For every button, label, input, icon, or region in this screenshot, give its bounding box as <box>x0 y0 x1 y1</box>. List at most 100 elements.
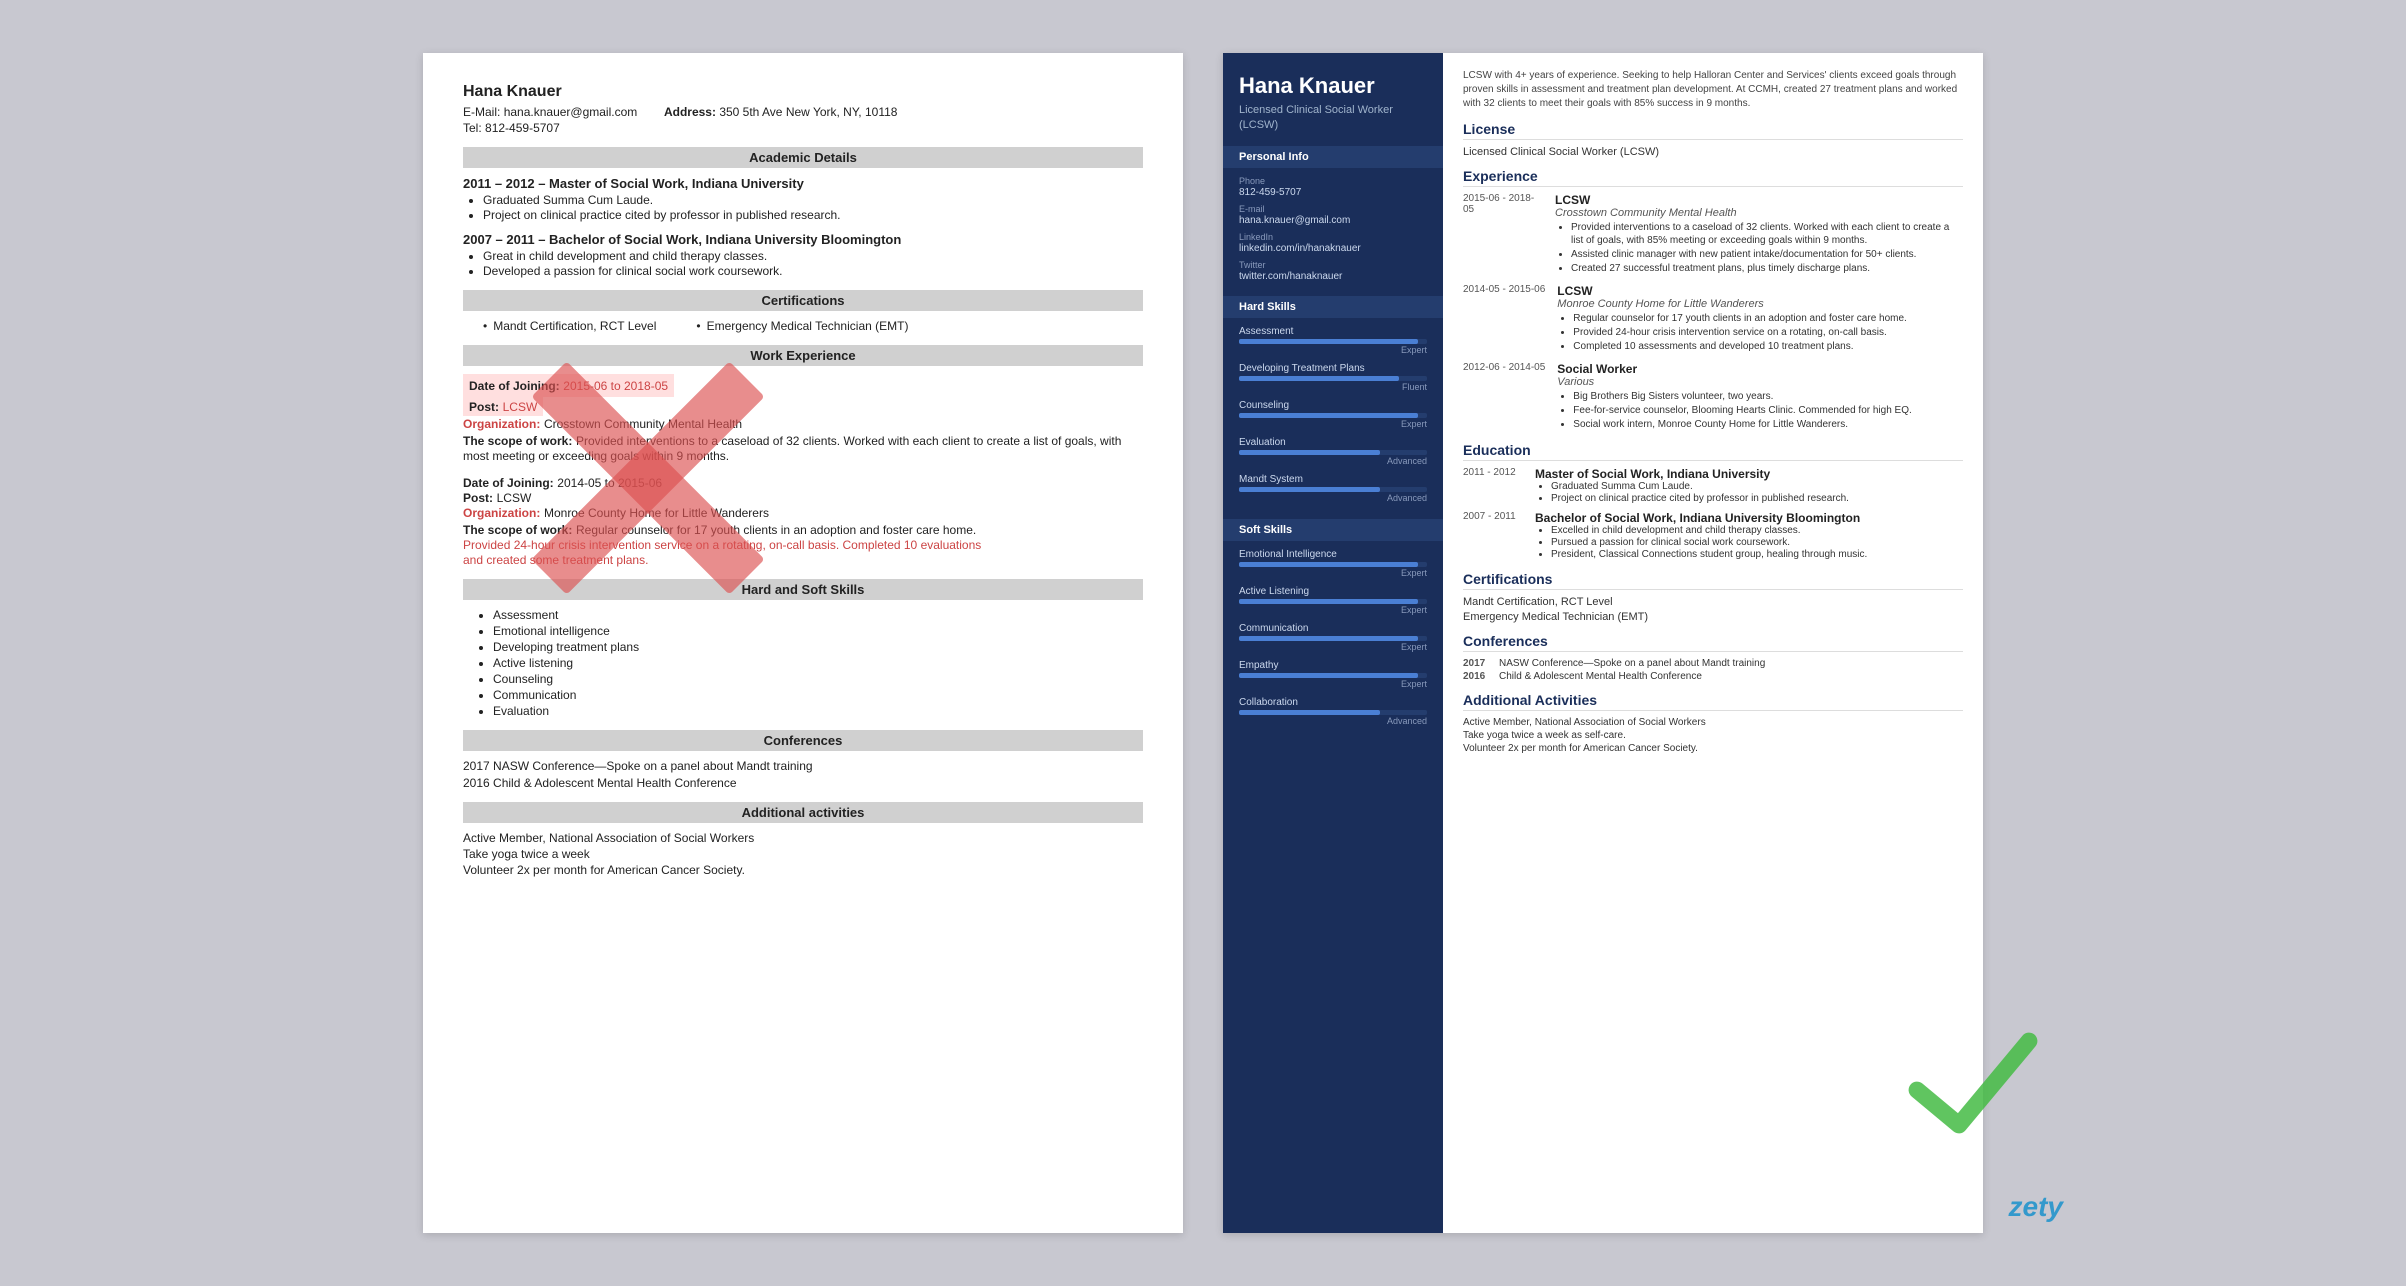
exp-0-role: LCSW <box>1555 193 1963 207</box>
skills-list: Assessment Emotional intelligence Develo… <box>493 608 1143 718</box>
edu-right-1-bullet-0: Excelled in child development and child … <box>1551 525 1867 536</box>
edu-entry-2: 2007 – 2011 – Bachelor of Social Work, I… <box>463 232 1143 278</box>
hard-skill-0: Assessment Expert <box>1239 326 1427 355</box>
work2-scope1: Regular counselor for 17 youth clients i… <box>576 523 976 537</box>
cert-section-header: Certifications <box>463 290 1143 311</box>
exp-1-role: LCSW <box>1557 284 1907 298</box>
exp-1-bullet-2: Completed 10 assessments and developed 1… <box>1573 340 1907 353</box>
edu-right-0-dates: 2011 - 2012 <box>1463 467 1523 478</box>
soft-skill-4-name: Collaboration <box>1239 697 1427 708</box>
skill-5: Counseling <box>493 672 1143 686</box>
phone-value: 812-459-5707 <box>1239 187 1301 198</box>
conf-1: 2017 NASW Conference—Spoke on a panel ab… <box>463 759 1143 773</box>
main-summary: LCSW with 4+ years of experience. Seekin… <box>1463 69 1963 111</box>
soft-skill-4-level: Advanced <box>1239 716 1427 726</box>
soft-skill-4-bar-bg <box>1239 710 1427 715</box>
skill-2: Emotional intelligence <box>493 624 1143 638</box>
email-value-r: hana.knauer@gmail.com <box>1239 215 1350 226</box>
work1-org: Crosstown Community Mental Health <box>544 417 742 431</box>
exp-0-bullet-2: Created 27 successful treatment plans, p… <box>1571 262 1963 275</box>
hard-skill-1-level: Fluent <box>1239 382 1427 392</box>
edu-title-1: 2011 – 2012 – Master of Social Work, Ind… <box>463 176 1143 191</box>
hard-skill-3: Evaluation Advanced <box>1239 437 1427 466</box>
edu-right-1-degree: Bachelor of Social Work, Indiana Univers… <box>1535 511 1867 525</box>
activity-1: Active Member, National Association of S… <box>463 831 1143 845</box>
cert-2: •Emergency Medical Technician (EMT) <box>696 319 908 333</box>
license-text: Licensed Clinical Social Worker (LCSW) <box>1463 146 1963 158</box>
edu-right-0-bullet-1: Project on clinical practice cited by pr… <box>1551 493 1849 504</box>
soft-skill-1-bar-bg <box>1239 599 1427 604</box>
exp-1-bullet-1: Provided 24-hour crisis intervention ser… <box>1573 326 1907 339</box>
hard-skill-3-name: Evaluation <box>1239 437 1427 448</box>
work1-post: LCSW <box>503 400 538 414</box>
conf-right-0-year: 2017 <box>1463 658 1491 669</box>
conf-section-title-r: Conferences <box>1463 633 1963 652</box>
hard-skill-2: Counseling Expert <box>1239 400 1427 429</box>
work2-post: LCSW <box>497 491 532 505</box>
cert-row: •Mandt Certification, RCT Level •Emergen… <box>483 319 1143 333</box>
soft-skill-2-level: Expert <box>1239 642 1427 652</box>
linkedin-item: LinkedIn linkedin.com/in/hanaknauer <box>1239 232 1427 254</box>
tel-value: 812-459-5707 <box>485 121 560 135</box>
education-section-title: Education <box>1463 442 1963 461</box>
hard-skill-2-name: Counseling <box>1239 400 1427 411</box>
hard-skill-4-name: Mandt System <box>1239 474 1427 485</box>
soft-skill-3-name: Empathy <box>1239 660 1427 671</box>
exp-0-org: Crosstown Community Mental Health <box>1555 207 1963 219</box>
exp-0-bullet-1: Assisted clinic manager with new patient… <box>1571 248 1963 261</box>
edu-right-1-dates: 2007 - 2011 <box>1463 511 1523 522</box>
hard-skill-3-bar-bg <box>1239 450 1427 455</box>
edu-bullet-2-2: Developed a passion for clinical social … <box>483 264 1143 278</box>
hard-skill-1-name: Developing Treatment Plans <box>1239 363 1427 374</box>
soft-skill-1-name: Active Listening <box>1239 586 1427 597</box>
soft-skill-0-level: Expert <box>1239 568 1427 578</box>
personal-info-section: Personal Info Phone 812-459-5707 E-mail … <box>1223 146 1443 296</box>
edu-bullet-1-2: Project on clinical practice cited by pr… <box>483 208 1143 222</box>
exp-2-bullet-2: Social work intern, Monroe County Home f… <box>1573 418 1911 431</box>
work2-scope2: Provided 24-hour crisis intervention ser… <box>463 538 981 552</box>
address-value: 350 5th Ave New York, NY, 10118 <box>719 105 897 119</box>
soft-skill-0: Emotional Intelligence Expert <box>1239 549 1427 578</box>
conf-right-1-year: 2016 <box>1463 671 1491 682</box>
soft-skills-content: Emotional Intelligence Expert Active Lis… <box>1223 541 1443 742</box>
soft-skill-4: Collaboration Advanced <box>1239 697 1427 726</box>
experience-section-title: Experience <box>1463 168 1963 187</box>
exp-entry-2: 2012-06 - 2014-05 Social Worker Various … <box>1463 362 1963 432</box>
personal-info-content: Phone 812-459-5707 E-mail hana.knauer@gm… <box>1223 168 1443 296</box>
hard-skill-0-name: Assessment <box>1239 326 1427 337</box>
hard-skill-2-level: Expert <box>1239 419 1427 429</box>
exp-1-dates: 2014-05 - 2015-06 <box>1463 284 1545 295</box>
activity-right-2: Volunteer 2x per month for American Canc… <box>1463 743 1963 754</box>
twitter-value: twitter.com/hanaknauer <box>1239 271 1342 282</box>
hard-skill-2-bar-bg <box>1239 413 1427 418</box>
skill-1: Assessment <box>493 608 1143 622</box>
hard-skill-1-bar-bg <box>1239 376 1427 381</box>
email-item: E-mail hana.knauer@gmail.com <box>1239 204 1427 226</box>
conf-right-0: 2017 NASW Conference—Spoke on a panel ab… <box>1463 658 1963 669</box>
conf-section-header: Conferences <box>463 730 1143 751</box>
exp-2-dates: 2012-06 - 2014-05 <box>1463 362 1545 373</box>
work2-scope-label: The scope of work: <box>463 523 572 537</box>
resume-sidebar: Hana Knauer Licensed Clinical Social Wor… <box>1223 53 1443 1233</box>
work-entry-2: Date of Joining: 2014-05 to 2015-06 Post… <box>463 475 1143 567</box>
soft-skill-2: Communication Expert <box>1239 623 1427 652</box>
hard-skills-section: Hard Skills Assessment Expert Developing… <box>1223 296 1443 519</box>
soft-skill-3: Empathy Expert <box>1239 660 1427 689</box>
phone-item: Phone 812-459-5707 <box>1239 176 1427 198</box>
soft-skill-3-bar-bg <box>1239 673 1427 678</box>
soft-skill-0-name: Emotional Intelligence <box>1239 549 1427 560</box>
left-name: Hana Knauer <box>463 83 1143 101</box>
work1-post-label: Post: <box>469 400 499 414</box>
work1-scope-label: The scope of work: <box>463 434 572 448</box>
email-value: hana.knauer@gmail.com <box>504 105 638 119</box>
right-name: Hana Knauer <box>1239 73 1427 99</box>
edu-entry-1: 2011 – 2012 – Master of Social Work, Ind… <box>463 176 1143 222</box>
license-section-title: License <box>1463 121 1963 140</box>
exp-2-bullet-0: Big Brothers Big Sisters volunteer, two … <box>1573 390 1911 403</box>
email-label-r: E-mail <box>1239 204 1427 214</box>
soft-skill-1-level: Expert <box>1239 605 1427 615</box>
work2-scope3: and created some treatment plans. <box>463 553 648 567</box>
cert-right-1: Emergency Medical Technician (EMT) <box>1463 611 1963 623</box>
exp-1-org: Monroe County Home for Little Wanderers <box>1557 298 1907 310</box>
soft-skills-title: Soft Skills <box>1223 519 1443 541</box>
